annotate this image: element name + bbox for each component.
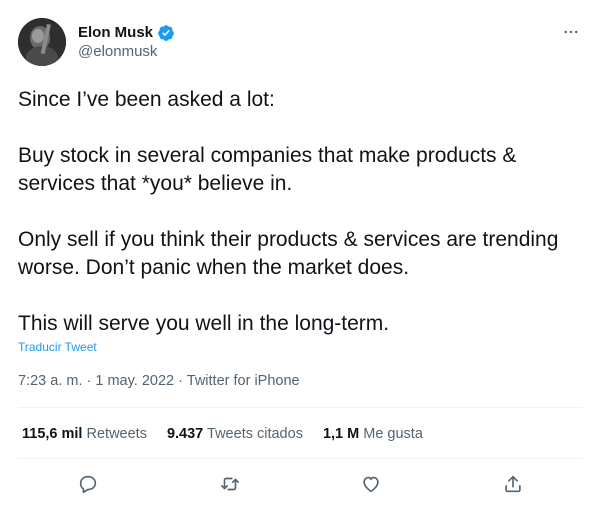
avatar-image [18,18,66,66]
share-icon [505,475,521,493]
retweets-label: Retweets [86,426,147,442]
translate-tweet-link[interactable]: Traducir Tweet [18,340,97,354]
verified-badge-icon [157,24,175,42]
retweet-button[interactable] [218,472,242,496]
likes-stat[interactable]: 1,1 M Me gusta [323,425,423,443]
reply-icon [79,475,97,494]
author-display-name[interactable]: Elon Musk [78,24,153,42]
more-horizontal-icon [564,30,578,34]
avatar[interactable] [18,18,66,66]
quotes-stat[interactable]: 9.437 Tweets citados [167,425,303,443]
divider [18,458,583,459]
more-options-button[interactable] [561,22,581,42]
like-button[interactable] [359,472,383,496]
tweet-date[interactable]: 1 may. 2022 [95,373,174,389]
tweet-actions [18,470,583,500]
quotes-count: 9.437 [166,426,204,442]
tweet-paragraph: Only sell if you think their products & … [18,228,559,279]
share-button[interactable] [501,472,525,496]
tweet-paragraph: Buy stock in several companies that make… [18,144,517,195]
meta-separator: · [86,373,92,389]
tweet-stats: 115,6 mil Retweets 9.437 Tweets citados … [22,425,423,443]
likes-label: Me gusta [363,426,423,442]
retweets-count: 115,6 mil [22,426,83,442]
reply-button[interactable] [76,472,100,496]
tweet-card: Elon Musk @elonmusk Since I’ve been aske… [0,0,599,509]
likes-count: 1,1 M [322,426,360,442]
tweet-text: Since I’ve been asked a lot: Buy stock i… [18,86,583,338]
tweet-time[interactable]: 7:23 a. m. [18,373,82,389]
retweets-stat[interactable]: 115,6 mil Retweets [22,425,147,443]
quotes-label: Tweets citados [207,426,303,442]
divider [18,407,583,408]
author-name-row: Elon Musk [78,24,175,42]
tweet-meta: 7:23 a. m. · 1 may. 2022 · Twitter for i… [18,372,300,390]
meta-separator: · [178,373,183,389]
heart-icon [363,476,379,493]
tweet-paragraph: Since I’ve been asked a lot: [18,88,275,111]
author-handle[interactable]: @elonmusk [78,43,157,61]
retweet-icon [220,477,240,491]
tweet-source[interactable]: Twitter for iPhone [187,373,300,389]
tweet-paragraph: This will serve you well in the long-ter… [18,312,390,335]
